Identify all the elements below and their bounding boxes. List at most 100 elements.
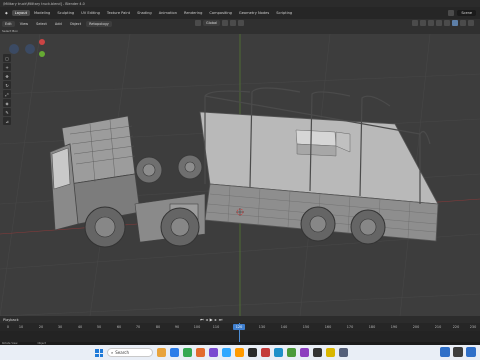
pivot-icon[interactable] bbox=[222, 20, 229, 26]
frame-tick: 140 bbox=[280, 325, 288, 329]
workspace-menubar: ◆ Layout Modeling Sculpting UV Editing T… bbox=[0, 7, 480, 19]
frame-tick: 160 bbox=[324, 325, 332, 329]
step-forward-icon[interactable]: ▸ bbox=[215, 317, 217, 322]
frame-tick: 70 bbox=[135, 325, 141, 329]
media-icon[interactable] bbox=[261, 348, 270, 357]
move-tool-icon[interactable]: ✥ bbox=[3, 72, 11, 80]
pan-icon[interactable] bbox=[25, 44, 35, 54]
settings-icon[interactable] bbox=[339, 348, 348, 357]
search-placeholder: Search bbox=[115, 350, 129, 355]
notes-icon[interactable] bbox=[326, 348, 335, 357]
tray-app-icon[interactable] bbox=[466, 347, 476, 357]
workspace-tab-sculpting[interactable]: Sculpting bbox=[54, 10, 77, 16]
mail-icon[interactable] bbox=[274, 348, 283, 357]
terminal-icon[interactable] bbox=[248, 348, 257, 357]
solid-shading-icon[interactable] bbox=[452, 20, 458, 26]
x-axis-icon[interactable] bbox=[39, 39, 45, 45]
workspace-tab-texture-paint[interactable]: Texture Paint bbox=[104, 10, 133, 16]
frame-tick: 110 bbox=[212, 325, 220, 329]
workspace-tab-modeling[interactable]: Modeling bbox=[31, 10, 53, 16]
visibility-icon[interactable] bbox=[412, 20, 418, 26]
snap-icon[interactable] bbox=[230, 20, 237, 26]
add-menu[interactable]: Add bbox=[52, 21, 65, 27]
3d-viewport[interactable]: ▢ + ✥ ↻ ⤢ ◈ ✎ ⊿ bbox=[0, 34, 480, 316]
frame-tick: 150 bbox=[302, 325, 310, 329]
object-menu[interactable]: Object bbox=[67, 21, 84, 27]
start-button-icon[interactable] bbox=[95, 349, 103, 357]
gizmo-icon[interactable] bbox=[420, 20, 426, 26]
window-titlebar: \Military truck\Military truck.blend] - … bbox=[0, 0, 480, 7]
mode-selector[interactable]: Edit bbox=[2, 21, 15, 27]
app-icon[interactable] bbox=[209, 348, 218, 357]
current-frame-indicator[interactable]: 120 bbox=[233, 324, 245, 330]
steam-icon[interactable] bbox=[313, 348, 322, 357]
file-explorer-icon[interactable] bbox=[157, 348, 166, 357]
scene-icon bbox=[448, 10, 455, 16]
blender-icon[interactable] bbox=[196, 348, 205, 357]
frame-tick: 220 bbox=[452, 325, 460, 329]
retopology-dropdown[interactable]: Retopology bbox=[86, 21, 112, 27]
scene-field[interactable]: Scene bbox=[457, 10, 476, 16]
select-menu[interactable]: Select bbox=[33, 21, 50, 27]
search-icon: ⌕ bbox=[111, 350, 114, 355]
y-axis-icon[interactable] bbox=[39, 51, 45, 57]
premiere-icon[interactable] bbox=[300, 348, 309, 357]
transform-orientation-tools: Global bbox=[195, 20, 245, 26]
jump-end-icon[interactable]: ⏭ bbox=[219, 317, 223, 322]
edge-icon[interactable] bbox=[170, 348, 179, 357]
workspace-tab-rendering[interactable]: Rendering bbox=[181, 10, 205, 16]
workspace-tab-compositing[interactable]: Compositing bbox=[206, 10, 235, 16]
tray-app-icon[interactable] bbox=[453, 347, 463, 357]
window-title: \Military truck\Military truck.blend] - … bbox=[3, 1, 85, 6]
frame-tick: 90 bbox=[174, 325, 180, 329]
frame-tick: 180 bbox=[368, 325, 376, 329]
windows-taskbar: ⌕ Search bbox=[0, 345, 480, 360]
playback-menu[interactable]: Playback bbox=[0, 317, 22, 323]
rotate-tool-icon[interactable]: ↻ bbox=[3, 81, 11, 89]
viewport-shading-tools bbox=[412, 20, 474, 26]
jump-start-icon[interactable]: ⏮ bbox=[200, 317, 204, 322]
workspace-tab-shading[interactable]: Shading bbox=[134, 10, 155, 16]
spreadsheet-icon[interactable] bbox=[287, 348, 296, 357]
overlay-icon[interactable] bbox=[428, 20, 434, 26]
workspace-tab-geometry-nodes[interactable]: Geometry Nodes bbox=[236, 10, 272, 16]
frame-tick: 80 bbox=[155, 325, 161, 329]
frame-tick: 230 bbox=[469, 325, 477, 329]
zoom-icon[interactable] bbox=[9, 44, 19, 54]
workspace-tab-animation[interactable]: Animation bbox=[156, 10, 180, 16]
measure-tool-icon[interactable]: ⊿ bbox=[3, 117, 11, 125]
proportional-icon[interactable] bbox=[238, 20, 245, 26]
rendered-shading-icon[interactable] bbox=[468, 20, 474, 26]
frame-tick: 10 bbox=[18, 325, 24, 329]
workspace-tab-uv-editing[interactable]: UV Editing bbox=[78, 10, 103, 16]
navigation-gizmo[interactable] bbox=[0, 34, 46, 64]
illustrator-icon[interactable] bbox=[235, 348, 244, 357]
workspace-tab-scripting[interactable]: Scripting bbox=[273, 10, 295, 16]
orientation-icon bbox=[195, 20, 201, 26]
workspace-tab-layout[interactable]: Layout bbox=[11, 10, 30, 16]
wireframe-shading-icon[interactable] bbox=[444, 20, 450, 26]
playback-buttons: ⏮ ◂ ▶ ▸ ⏭ bbox=[200, 317, 222, 322]
annotate-tool-icon[interactable]: ✎ bbox=[3, 108, 11, 116]
timeline-controls: Playback ⏮ ◂ ▶ ▸ ⏭ bbox=[0, 316, 480, 323]
transform-tool-icon[interactable]: ◈ bbox=[3, 99, 11, 107]
active-tool-label: Select Box bbox=[2, 29, 18, 33]
blender-logo-icon[interactable]: ◆ bbox=[2, 10, 11, 16]
tray-app-icon[interactable] bbox=[440, 347, 450, 357]
xray-icon[interactable] bbox=[436, 20, 442, 26]
taskbar-search[interactable]: ⌕ Search bbox=[107, 348, 153, 357]
frame-tick: 170 bbox=[346, 325, 354, 329]
scale-tool-icon[interactable]: ⤢ bbox=[3, 90, 11, 98]
frame-tick: 30 bbox=[57, 325, 63, 329]
photoshop-icon[interactable] bbox=[222, 348, 231, 357]
view-menu[interactable]: View bbox=[17, 21, 31, 27]
frame-tick: 200 bbox=[412, 325, 420, 329]
step-back-icon[interactable]: ◂ bbox=[206, 317, 208, 322]
orientation-dropdown[interactable]: Global bbox=[203, 20, 221, 26]
viewport-header: Edit View Select Add Object Retopology G… bbox=[0, 19, 480, 29]
cursor-tool-icon[interactable]: + bbox=[3, 63, 11, 71]
system-tray bbox=[440, 347, 476, 357]
chrome-icon[interactable] bbox=[183, 348, 192, 357]
material-shading-icon[interactable] bbox=[460, 20, 466, 26]
play-icon[interactable]: ▶ bbox=[210, 317, 213, 322]
